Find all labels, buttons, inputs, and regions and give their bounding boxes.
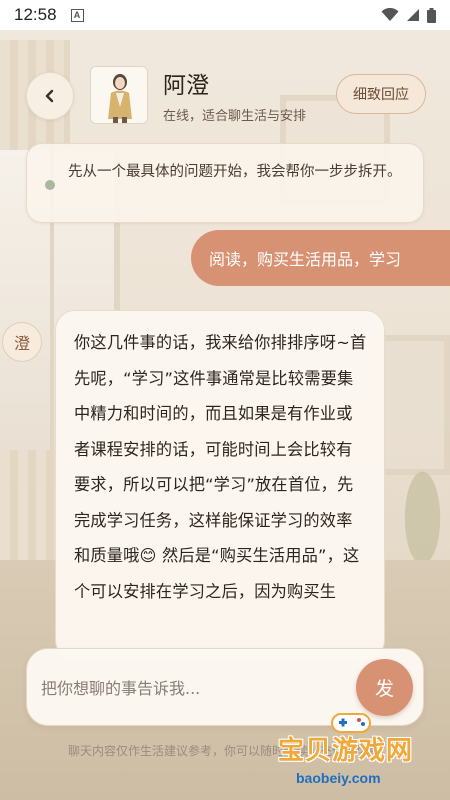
message-input[interactable] [41, 669, 351, 707]
contact-name: 阿澄 [163, 73, 209, 99]
ai-message-text: 你这几件事的话，我来给你排排序呀~首先呢，“学习”这件事通常是比较需要集中精力和… [74, 333, 367, 601]
a-box-icon: A [70, 8, 84, 22]
back-button[interactable] [26, 72, 74, 120]
battery-icon [427, 7, 436, 23]
status-time: 12:58 [14, 5, 57, 24]
chevron-left-icon [45, 89, 54, 103]
status-bar: 12:58 A [0, 0, 450, 30]
watermark: 宝贝游戏网 baobeiy.com [270, 710, 450, 800]
detailed-reply-button[interactable]: 细致回应 [336, 74, 426, 114]
status-icons [381, 7, 436, 23]
contact-status-text: 在线，适合聊生活与安排 [163, 109, 307, 124]
contact-avatar-illustration [91, 67, 147, 123]
hint-card: 先从一个最具体的问题开始，我会帮你一步步拆开。 [26, 143, 424, 223]
status-dot [45, 180, 55, 190]
watermark-title: 宝贝游戏网 [278, 736, 414, 766]
hint-text: 先从一个最具体的问题开始，我会帮你一步步拆开。 [68, 164, 402, 180]
send-button[interactable]: 发 [356, 659, 413, 716]
watermark-url: baobeiy.com [296, 770, 381, 786]
wifi-icon [381, 8, 399, 21]
user-message-text: 阅读，购买生活用品，学习 [209, 250, 402, 269]
ai-message-bubble[interactable]: 你这几件事的话，我来给你排排序呀~首先呢，“学习”这件事通常是比较需要集中精力和… [55, 310, 385, 660]
contact-avatar[interactable] [90, 66, 148, 124]
ai-avatar[interactable]: 澄 [2, 322, 42, 362]
signal-icon [407, 9, 419, 21]
user-message-bubble[interactable]: 阅读，购买生活用品，学习 [191, 230, 450, 286]
